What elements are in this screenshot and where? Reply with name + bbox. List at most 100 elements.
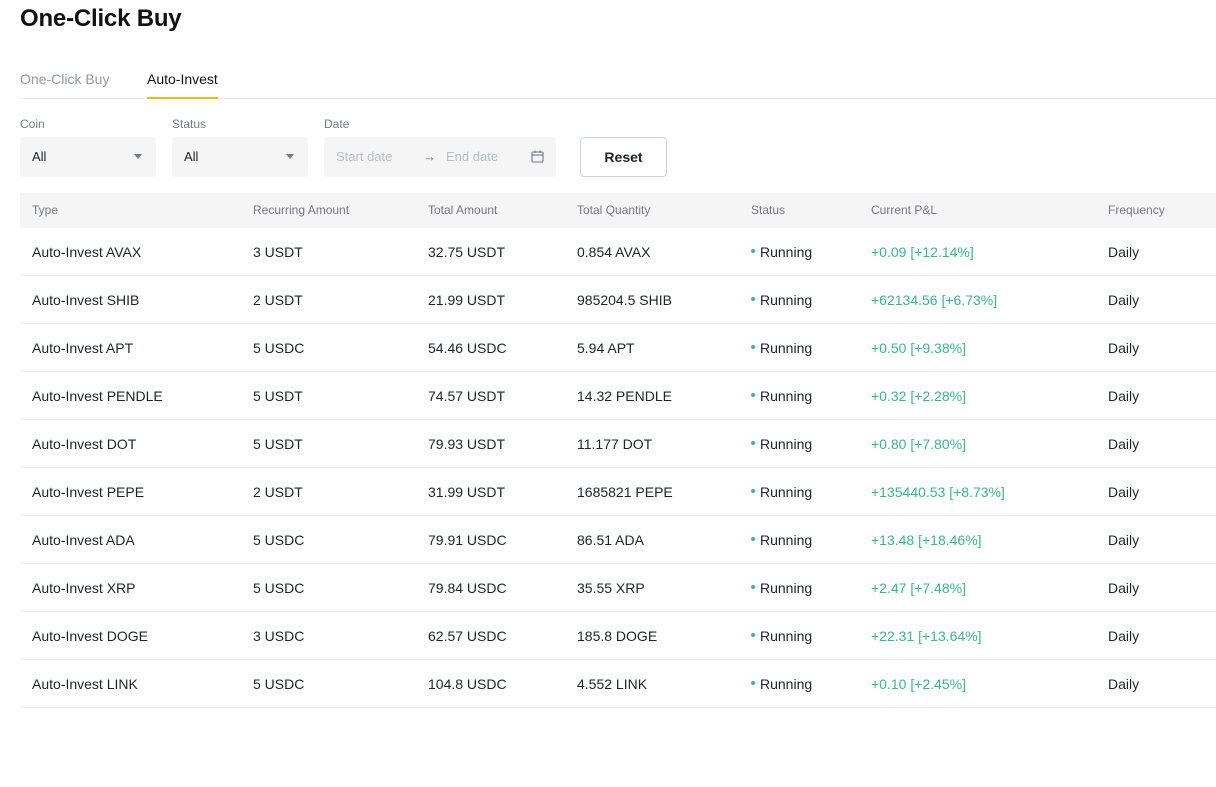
cell-recurring-amount: 5 USDC xyxy=(253,580,305,596)
cell-total-quantity: 985204.5 SHIB xyxy=(577,292,672,308)
cell-recurring-amount: 3 USDT xyxy=(253,244,303,260)
cell-total-quantity: 35.55 XRP xyxy=(577,580,645,596)
cell-status: Running xyxy=(751,564,812,612)
table-row[interactable]: Auto-Invest APT 5 USDC 54.46 USDC 5.94 APT R… xyxy=(20,324,1216,372)
status-dot-icon xyxy=(751,249,755,254)
status-text: Running xyxy=(760,388,813,404)
coin-filter-label: Coin xyxy=(20,117,45,131)
cell-frequency: Daily xyxy=(1108,244,1140,260)
start-date-input[interactable]: Start date xyxy=(336,137,392,177)
table-body: Auto-Invest AVAX 3 USDT 32.75 USDT 0.854 AV… xyxy=(20,228,1216,708)
status-text: Running xyxy=(760,244,813,260)
tab-one-click-buy[interactable]: One-Click Buy xyxy=(20,70,109,99)
table-row[interactable]: Auto-Invest DOGE 3 USDC 62.57 USDC 185.8 DO… xyxy=(20,612,1216,660)
cell-current-pnl: +62134.56 [+6.73%] xyxy=(871,292,998,308)
caret-down-icon xyxy=(134,154,142,159)
cell-current-pnl: +135440.53 [+8.73%] xyxy=(871,484,1005,500)
tab-auto-invest[interactable]: Auto-Invest xyxy=(147,70,218,99)
table-row[interactable]: Auto-Invest PENDLE 5 USDT 74.57 USDT 14.32 … xyxy=(20,372,1216,420)
end-date-input[interactable]: End date xyxy=(446,137,498,177)
cell-total-quantity: 86.51 ADA xyxy=(577,532,644,548)
cell-current-pnl: +0.32 [+2.28%] xyxy=(871,388,966,404)
cell-type: Auto-Invest APT xyxy=(32,340,134,356)
status-dot-icon xyxy=(751,585,755,590)
status-dot-icon xyxy=(751,393,755,398)
auto-invest-table: Type Recurring Amount Total Amount Total… xyxy=(20,193,1216,708)
cell-type: Auto-Invest PEPE xyxy=(32,484,145,500)
status-text: Running xyxy=(760,436,813,452)
cell-type: Auto-Invest AVAX xyxy=(32,244,142,260)
cell-type: Auto-Invest SHIB xyxy=(32,292,140,308)
table-row[interactable]: Auto-Invest SHIB 2 USDT 21.99 USDT 985204.5… xyxy=(20,276,1216,324)
status-text: Running xyxy=(760,532,813,548)
reset-button[interactable]: Reset xyxy=(580,137,667,177)
arrow-right-icon: → xyxy=(423,149,436,164)
cell-frequency: Daily xyxy=(1108,628,1140,644)
table-row[interactable]: Auto-Invest PEPE 2 USDT 31.99 USDT 1685821 … xyxy=(20,468,1216,516)
cell-status: Running xyxy=(751,420,812,468)
calendar-icon[interactable] xyxy=(531,150,544,163)
cell-status: Running xyxy=(751,612,812,660)
status-dot-icon xyxy=(751,345,755,350)
cell-status: Running xyxy=(751,660,812,708)
cell-recurring-amount: 5 USDT xyxy=(253,436,303,452)
cell-recurring-amount: 5 USDC xyxy=(253,532,305,548)
status-text: Running xyxy=(760,628,813,644)
cell-current-pnl: +0.09 [+12.14%] xyxy=(871,244,974,260)
status-select[interactable]: All xyxy=(172,137,308,177)
cell-total-amount: 104.8 USDC xyxy=(428,676,507,692)
cell-current-pnl: +13.48 [+18.46%] xyxy=(871,532,982,548)
cell-status: Running xyxy=(751,372,812,420)
cell-status: Running xyxy=(751,516,812,564)
cell-current-pnl: +2.47 [+7.48%] xyxy=(871,580,966,596)
cell-status: Running xyxy=(751,228,812,276)
cell-total-amount: 79.91 USDC xyxy=(428,532,507,548)
cell-total-amount: 79.93 USDT xyxy=(428,436,506,452)
cell-frequency: Daily xyxy=(1108,532,1140,548)
cell-status: Running xyxy=(751,468,812,516)
cell-recurring-amount: 3 USDC xyxy=(253,628,305,644)
cell-type: Auto-Invest DOT xyxy=(32,436,137,452)
cell-total-quantity: 14.32 PENDLE xyxy=(577,388,672,404)
cell-total-amount: 79.84 USDC xyxy=(428,580,507,596)
coin-select-value: All xyxy=(32,149,47,164)
cell-status: Running xyxy=(751,276,812,324)
status-text: Running xyxy=(760,340,813,356)
page-title: One-Click Buy xyxy=(20,5,182,32)
cell-total-amount: 54.46 USDC xyxy=(428,340,507,356)
cell-total-quantity: 1685821 PEPE xyxy=(577,484,673,500)
status-dot-icon xyxy=(751,537,755,542)
table-row[interactable]: Auto-Invest AVAX 3 USDT 32.75 USDT 0.854 AV… xyxy=(20,228,1216,276)
column-header-status: Status xyxy=(751,203,786,217)
cell-recurring-amount: 5 USDC xyxy=(253,676,305,692)
table-row[interactable]: Auto-Invest ADA 5 USDC 79.91 USDC 86.51 ADA… xyxy=(20,516,1216,564)
cell-total-quantity: 4.552 LINK xyxy=(577,676,648,692)
table-row[interactable]: Auto-Invest LINK 5 USDC 104.8 USDC 4.552 LI… xyxy=(20,660,1216,708)
table-row[interactable]: Auto-Invest XRP 5 USDC 79.84 USDC 35.55 XRP… xyxy=(20,564,1216,612)
cell-total-quantity: 0.854 AVAX xyxy=(577,244,651,260)
cell-recurring-amount: 2 USDT xyxy=(253,484,303,500)
status-dot-icon xyxy=(751,441,755,446)
cell-total-quantity: 185.8 DOGE xyxy=(577,628,658,644)
cell-current-pnl: +22.31 [+13.64%] xyxy=(871,628,982,644)
table-row[interactable]: Auto-Invest DOT 5 USDT 79.93 USDT 11.177 DO… xyxy=(20,420,1216,468)
cell-type: Auto-Invest PENDLE xyxy=(32,388,163,404)
cell-total-amount: 21.99 USDT xyxy=(428,292,506,308)
status-text: Running xyxy=(760,676,813,692)
cell-status: Running xyxy=(751,324,812,372)
cell-total-amount: 32.75 USDT xyxy=(428,244,506,260)
date-filter-label: Date xyxy=(324,117,350,131)
status-filter-label: Status xyxy=(172,117,207,131)
date-range-picker[interactable]: Start date → End date xyxy=(324,137,556,177)
column-header-total-quantity: Total Quantity xyxy=(577,203,651,217)
status-text: Running xyxy=(760,292,813,308)
table-header: Type Recurring Amount Total Amount Total… xyxy=(20,193,1216,228)
status-text: Running xyxy=(760,580,813,596)
cell-total-amount: 31.99 USDT xyxy=(428,484,506,500)
cell-frequency: Daily xyxy=(1108,484,1140,500)
status-text: Running xyxy=(760,484,813,500)
coin-select[interactable]: All xyxy=(20,137,156,177)
cell-total-quantity: 11.177 DOT xyxy=(577,436,653,452)
status-dot-icon xyxy=(751,489,755,494)
cell-current-pnl: +0.50 [+9.38%] xyxy=(871,340,966,356)
